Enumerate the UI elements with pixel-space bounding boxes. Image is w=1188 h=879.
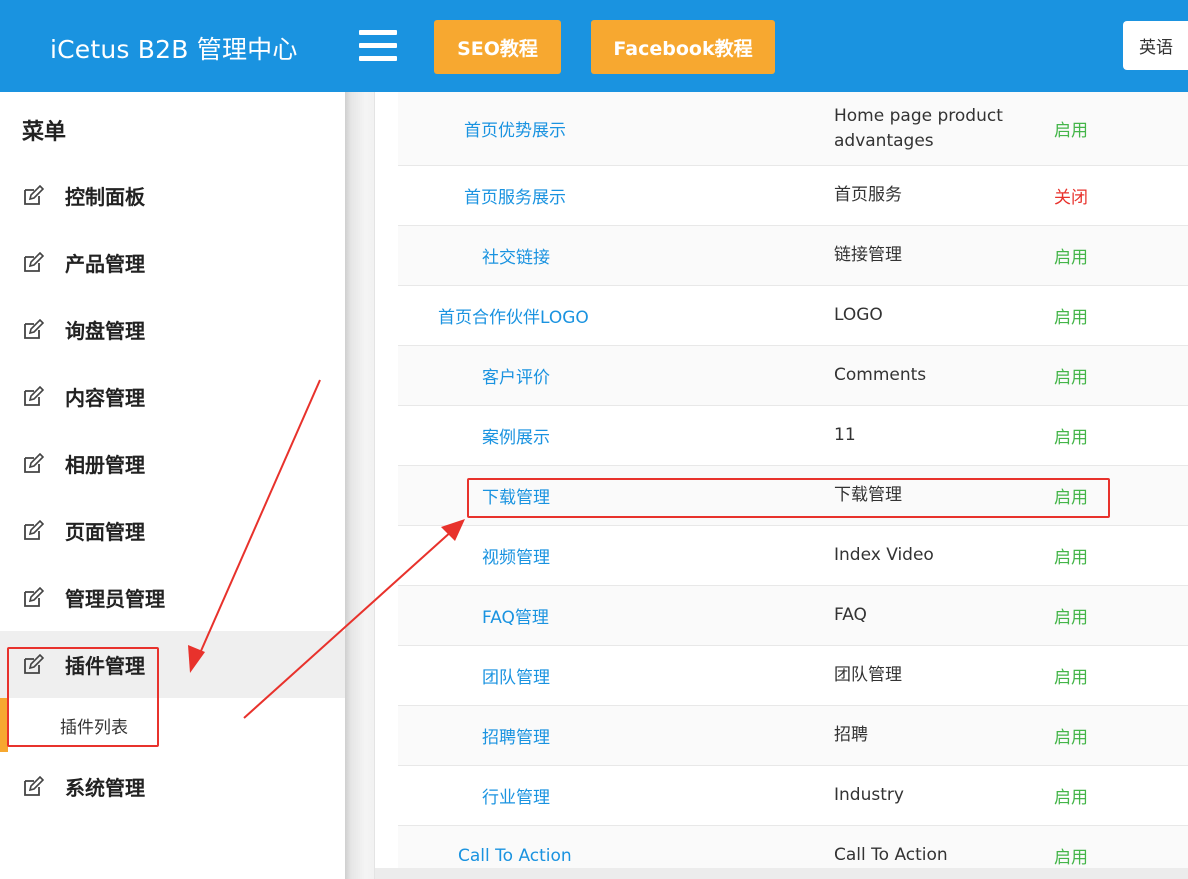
edit-icon [24,586,44,607]
sidebar-item-label: 产品管理 [65,252,145,276]
plugin-name-link[interactable]: 案例展示 [482,406,550,465]
table-row: 首页合作伙伴LOGO LOGO 启用 [398,286,1188,346]
status-label: 启用 [1054,121,1088,141]
menu-toggle-icon[interactable] [359,30,397,62]
edit-icon [24,519,44,540]
sidebar: 菜单 控制面板 产品管理 询盘管理 内容管理 相册管理 页面管理 管理员管理 插… [0,92,345,879]
facebook-tutorial-button[interactable]: Facebook教程 [591,20,775,74]
status-label: 启用 [1054,668,1088,688]
plugin-name-link[interactable]: 首页服务展示 [464,166,566,225]
seo-tutorial-button[interactable]: SEO教程 [434,20,561,74]
plugin-name-link[interactable]: 社交链接 [482,226,550,285]
status-label: 启用 [1054,248,1088,268]
table-row: 招聘管理 招聘 启用 [398,706,1188,766]
sidebar-item-label: 管理员管理 [65,587,165,611]
plugin-table: 首页优势展示 Home page product advantages 启用 首… [398,92,1188,868]
table-row: 社交链接 链接管理 启用 [398,226,1188,286]
table-row: 下载管理 下载管理 启用 [398,466,1188,526]
active-indicator [0,698,8,752]
plugin-desc: Index Video [834,545,934,565]
app-title: iCetus B2B 管理中心 [50,35,298,64]
edit-icon [24,184,44,205]
plugin-desc: 首页服务 [834,185,902,205]
status-label: 启用 [1054,368,1088,388]
status-label: 启用 [1054,848,1088,868]
edit-icon [24,385,44,406]
sidebar-item-plugins[interactable]: 插件管理 [0,631,345,698]
plugin-name-link[interactable]: 招聘管理 [482,706,550,765]
plugin-name-link[interactable]: 首页合作伙伴LOGO [438,286,589,345]
sidebar-item-label: 控制面板 [65,185,145,209]
main-content: 首页优势展示 Home page product advantages 启用 首… [375,92,1188,868]
table-row: Call To Action Call To Action 启用 [398,826,1188,868]
plugin-desc: Home page product advantages [834,105,1003,151]
table-row: 首页服务展示 首页服务 关闭 [398,166,1188,226]
sidebar-item-dashboard[interactable]: 控制面板 [0,162,345,229]
status-label: 启用 [1054,428,1088,448]
table-row: 行业管理 Industry 启用 [398,766,1188,826]
sidebar-subitem-label: 插件列表 [60,717,128,738]
sidebar-item-pages[interactable]: 页面管理 [0,497,345,564]
status-label: 启用 [1054,308,1088,328]
sidebar-item-content[interactable]: 内容管理 [0,363,345,430]
plugin-desc: 11 [834,425,856,445]
plugin-name-link[interactable]: 视频管理 [482,526,550,585]
plugin-desc: 链接管理 [834,245,902,265]
plugin-desc: 招聘 [834,725,868,745]
horizontal-scrollbar-track [375,868,1188,879]
menu-title: 菜单 [22,120,67,145]
status-label: 启用 [1054,728,1088,748]
sidebar-item-system[interactable]: 系统管理 [0,753,345,820]
plugin-desc: Call To Action [834,845,948,865]
sidebar-item-label: 页面管理 [65,520,145,544]
plugin-name-link[interactable]: 团队管理 [482,646,550,705]
plugin-name-link[interactable]: 行业管理 [482,766,550,825]
sidebar-divider [345,92,375,879]
sidebar-item-label: 内容管理 [65,386,145,410]
plugin-desc: 下载管理 [834,485,902,505]
top-bar: iCetus B2B 管理中心 SEO教程 Facebook教程 英语 [0,0,1188,92]
sidebar-item-products[interactable]: 产品管理 [0,229,345,296]
sidebar-item-label: 相册管理 [65,453,145,477]
table-row: 视频管理 Index Video 启用 [398,526,1188,586]
status-label: 启用 [1054,608,1088,628]
plugin-desc: 团队管理 [834,665,902,685]
table-row: FAQ管理 FAQ 启用 [398,586,1188,646]
sidebar-item-label: 插件管理 [65,654,145,678]
language-select[interactable]: 英语 [1123,21,1188,70]
table-row: 案例展示 11 启用 [398,406,1188,466]
edit-icon [24,653,44,674]
sidebar-item-albums[interactable]: 相册管理 [0,430,345,497]
table-row: 首页优势展示 Home page product advantages 启用 [398,92,1188,166]
plugin-desc: Industry [834,785,904,805]
edit-icon [24,452,44,473]
table-row: 客户评价 Comments 启用 [398,346,1188,406]
sidebar-item-inquiries[interactable]: 询盘管理 [0,296,345,363]
plugin-name-link[interactable]: FAQ管理 [482,586,549,645]
plugin-desc: LOGO [834,305,883,325]
sidebar-item-label: 询盘管理 [65,319,145,343]
status-label: 关闭 [1054,188,1088,208]
sidebar-item-admins[interactable]: 管理员管理 [0,564,345,631]
plugin-name-link[interactable]: Call To Action [458,826,572,868]
plugin-name-link[interactable]: 首页优势展示 [464,92,566,165]
edit-icon [24,775,44,796]
status-label: 启用 [1054,488,1088,508]
plugin-desc: Comments [834,365,927,385]
sidebar-item-label: 系统管理 [65,776,145,800]
sidebar-subitem-plugin-list[interactable]: 插件列表 [0,698,345,752]
plugin-name-link[interactable]: 客户评价 [482,346,550,405]
plugin-desc: FAQ [834,605,867,625]
status-label: 启用 [1054,548,1088,568]
table-row: 团队管理 团队管理 启用 [398,646,1188,706]
edit-icon [24,251,44,272]
plugin-name-link[interactable]: 下载管理 [482,466,550,525]
edit-icon [24,318,44,339]
status-label: 启用 [1054,788,1088,808]
